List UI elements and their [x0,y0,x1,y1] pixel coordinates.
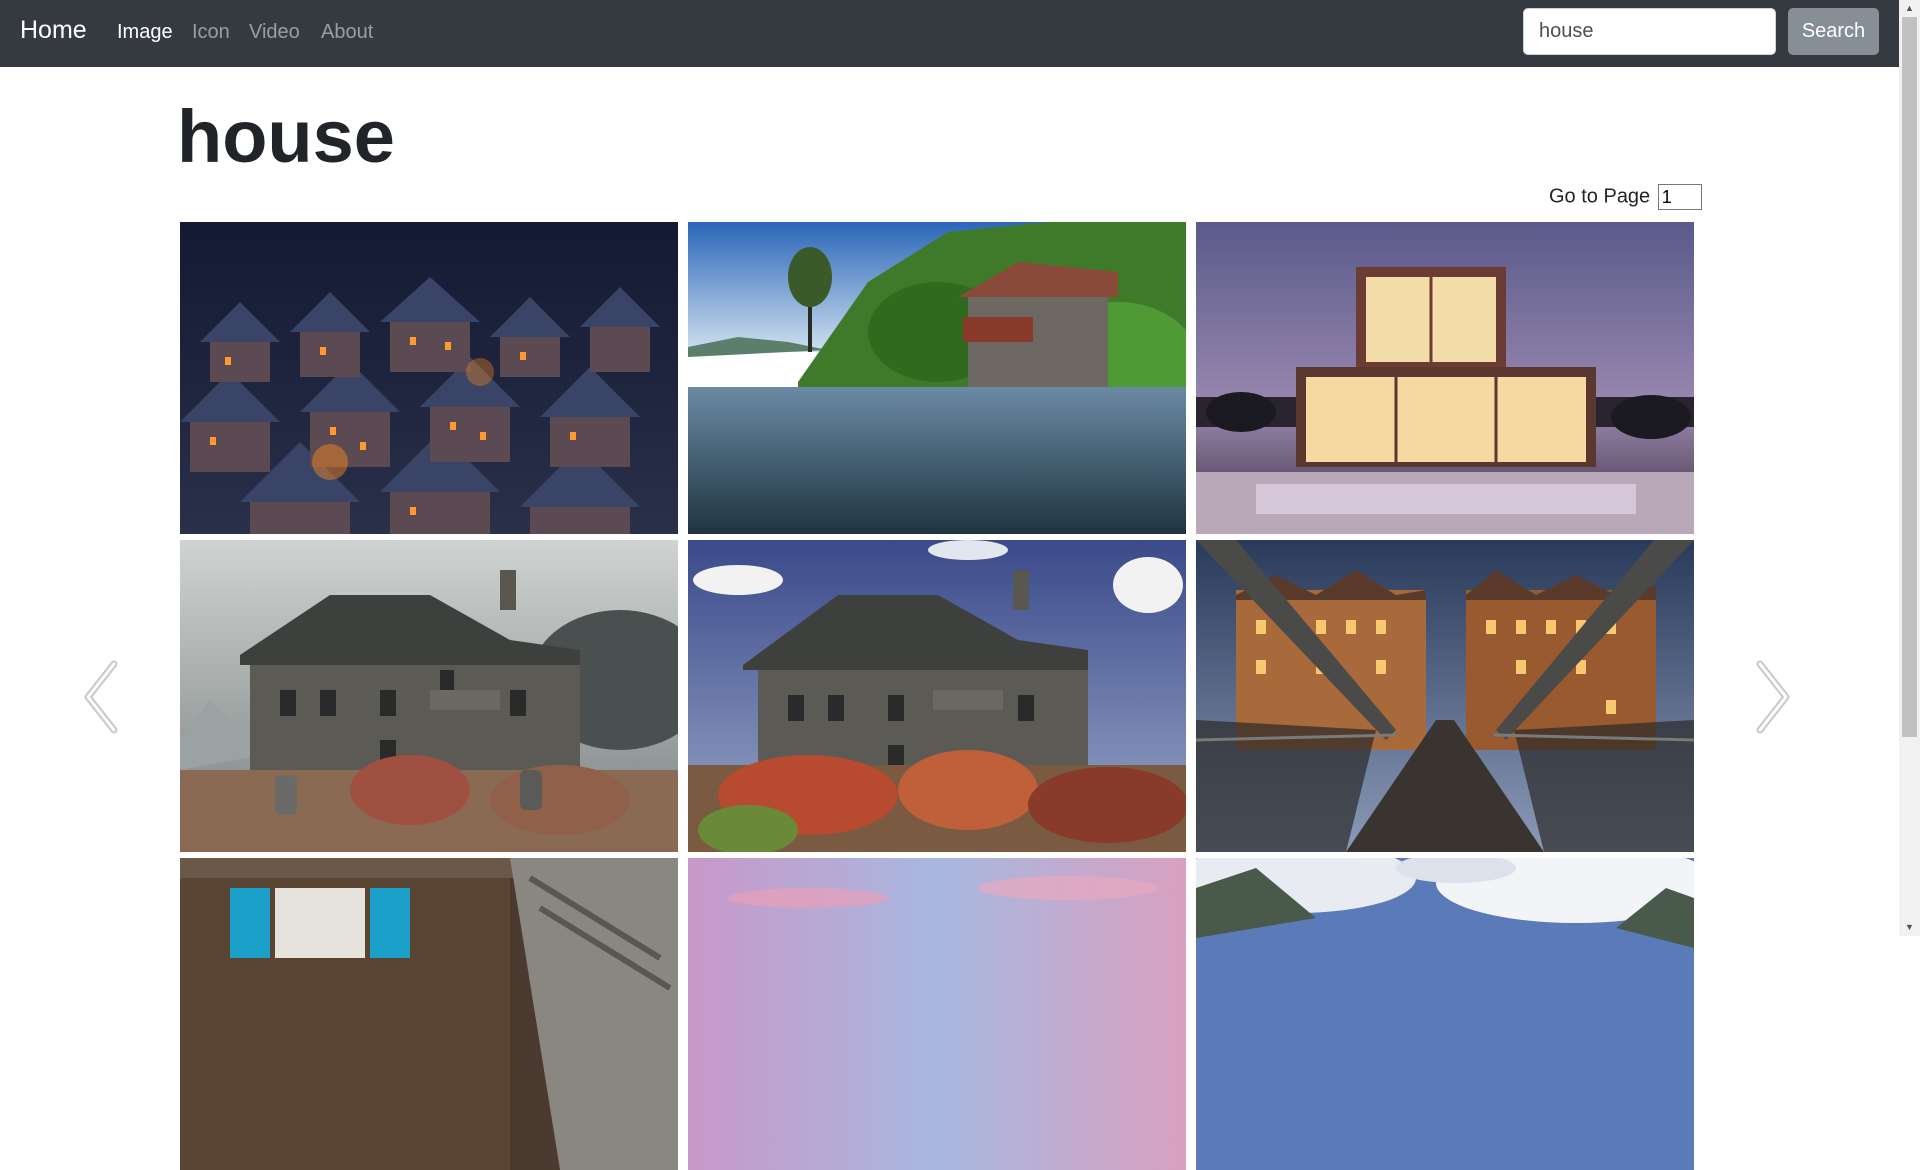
nav-about[interactable]: About [321,21,373,44]
next-page-button[interactable] [1752,660,1792,734]
gallery-image-9[interactable] [1196,858,1694,1170]
chevron-right-icon [1756,660,1790,734]
gallery-image-7[interactable] [180,858,678,1170]
nav-image[interactable]: Image [117,21,173,44]
gallery-image-6[interactable] [1196,540,1694,852]
page-title: house [177,95,395,178]
page-number-input[interactable] [1657,184,1702,210]
chevron-left-icon [84,660,118,734]
home-link[interactable]: Home [20,16,87,45]
gallery-image-5[interactable] [688,540,1186,852]
nav-icon[interactable]: Icon [192,21,230,44]
gallery-image-2[interactable] [688,222,1186,534]
navbar: Home Image Icon Video About Search [0,0,1899,67]
page-navigator: Go to Page [1549,184,1702,210]
gallery-image-8[interactable] [688,858,1186,1170]
scroll-up-icon[interactable]: ▲ [1899,0,1920,17]
prev-page-button[interactable] [82,660,122,734]
gallery-image-4[interactable] [180,540,678,852]
nav-video[interactable]: Video [249,21,300,44]
search-button[interactable]: Search [1788,8,1879,55]
gallery-image-3[interactable] [1196,222,1694,534]
scrollbar[interactable]: ▲ ▼ [1899,0,1920,936]
scroll-down-icon[interactable]: ▼ [1899,919,1920,936]
search-input[interactable] [1523,8,1776,55]
gallery-image-1[interactable] [180,222,678,534]
scroll-thumb[interactable] [1902,17,1917,737]
goto-label: Go to Page [1549,185,1651,208]
